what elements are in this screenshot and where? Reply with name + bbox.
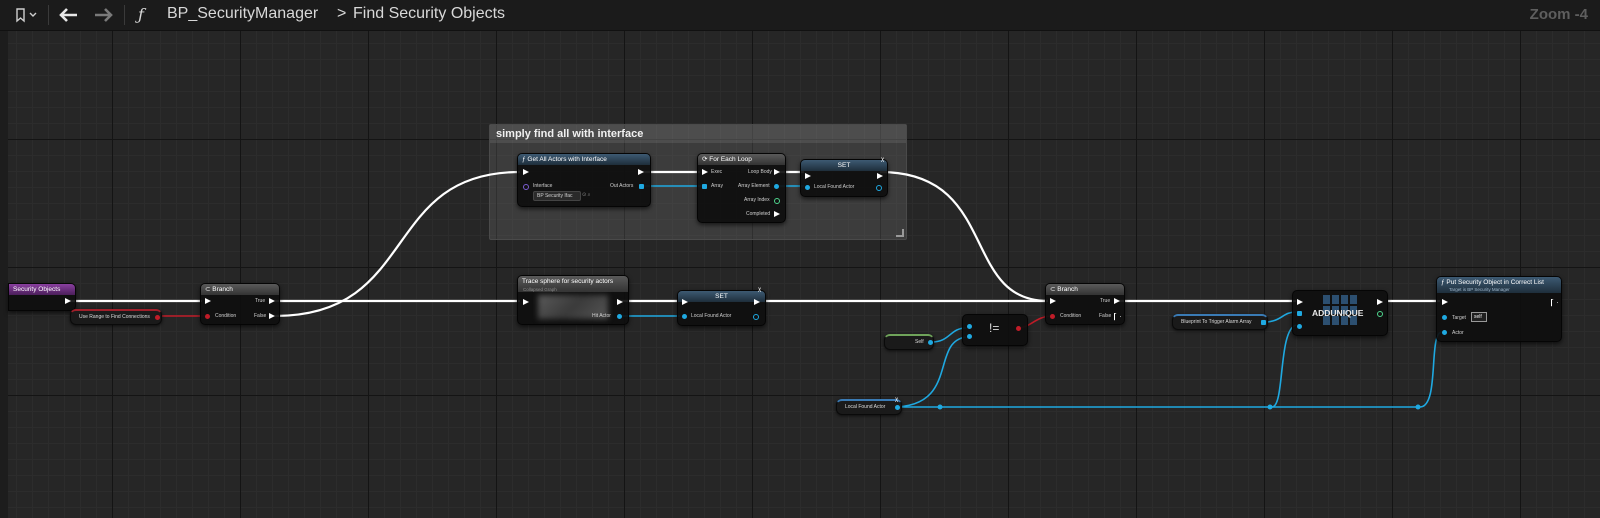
set-local-found-actor-node-top[interactable]: SET Local Found Actor [800,159,888,197]
true-pin[interactable] [1114,298,1120,304]
exec-out-pin[interactable] [617,299,623,305]
exec-wire [274,170,521,318]
new-item-pin[interactable] [1297,324,1302,329]
blueprint-to-trigger-alarm-array-node[interactable]: Blueprint To Trigger Alarm Array [1172,314,1268,330]
array-element-pin[interactable] [774,184,779,189]
data-wire [1271,324,1297,408]
exec-out-pin[interactable] [877,173,883,179]
local-found-actor-getter-node[interactable]: Local Found Actor [836,399,902,415]
a-pin[interactable] [967,324,972,329]
condition-pin[interactable] [205,314,210,319]
node-title: Security Objects [9,284,75,295]
exec-out-pin[interactable] [65,298,71,304]
function-entry-node[interactable]: Security Objects [8,283,76,311]
exec-in-pin[interactable] [523,169,529,175]
exec-out-pin[interactable] [1377,299,1383,305]
put-security-object-node[interactable]: ƒ Put Security Object in Correct List Ta… [1436,276,1562,342]
exec-in-pin[interactable] [682,299,688,305]
exec-in-pin[interactable] [1442,299,1448,305]
use-range-variable-node[interactable]: Use Range to Find Connections [70,309,162,325]
node-title: ⊂ Branch [1046,284,1124,295]
interface-select[interactable]: BP Security Ifac [533,191,581,201]
result-pin[interactable] [1016,326,1021,331]
exec-in-pin[interactable] [205,298,211,304]
target-array-pin[interactable] [1297,311,1302,316]
self-node[interactable]: Self [884,334,934,350]
target-pin[interactable] [1442,315,1447,320]
exec-in-pin[interactable] [805,173,811,179]
array-out-pin[interactable] [1261,320,1266,325]
exec-in-pin[interactable] [1297,299,1303,305]
node-title: ƒ Get All Actors with Interface [518,154,650,165]
false-pin[interactable] [269,313,275,319]
true-pin[interactable] [269,298,275,304]
array-index-pin[interactable] [774,198,780,204]
get-all-actors-with-interface-node[interactable]: ƒ Get All Actors with Interface Interfac… [517,153,651,207]
value-out-pin[interactable] [876,185,882,191]
array-pin[interactable] [702,184,707,189]
branch-node-2[interactable]: ⊂ Branch Condition True False [1045,283,1125,325]
self-out-pin[interactable] [928,340,933,345]
condition-pin[interactable] [1050,314,1055,319]
exec-out-pin[interactable] [1551,299,1557,305]
node-title: ⟳ For Each Loop [698,154,785,165]
exec-in-pin[interactable] [702,169,708,175]
b-pin[interactable] [967,334,972,339]
local-variable-icon: ᵡ [895,395,899,405]
exec-out-pin[interactable] [754,299,760,305]
exec-out-pin[interactable] [638,169,644,175]
trace-sphere-collapsed-graph-node[interactable]: Trace sphere for security actors Collaps… [517,275,629,325]
for-each-loop-node[interactable]: ⟳ For Each Loop Exec Array Loop Body Arr… [697,153,786,223]
data-wire [931,327,967,343]
local-variable-icon: ᵡ [881,155,885,165]
value-pin[interactable] [682,314,687,319]
value-pin[interactable] [805,185,810,190]
not-equal-node[interactable]: != [962,314,1028,346]
node-title: SET [678,291,765,302]
branch-node-1[interactable]: ⊂ Branch Condition True False [200,283,280,325]
loop-body-pin[interactable] [774,169,780,175]
hit-actor-pin[interactable] [617,314,622,319]
false-pin[interactable] [1114,313,1120,319]
exec-wire [879,170,1049,303]
wires-layer [66,170,1443,410]
index-out-pin[interactable] [1377,311,1383,317]
actor-pin[interactable] [1442,330,1447,335]
out-actors-pin[interactable] [639,184,644,189]
browse-icon[interactable]: ⊙ ⌕ [582,192,590,198]
exec-in-pin[interactable] [523,299,529,305]
addunique-node[interactable]: ADDUNIQUE [1292,290,1388,336]
completed-pin[interactable] [774,211,780,217]
local-variable-icon: ᵡ [758,285,762,295]
value-out-pin[interactable] [895,405,900,410]
bool-out-pin[interactable] [155,315,160,320]
value-out-pin[interactable] [753,314,759,320]
interface-pin[interactable] [523,184,529,190]
node-title: ⊂ Branch [201,284,279,295]
target-self-field[interactable]: self [1471,312,1487,322]
set-local-found-actor-node-middle[interactable]: SET Local Found Actor [677,290,766,326]
exec-in-pin[interactable] [1050,298,1056,304]
node-title: SET [801,160,887,171]
